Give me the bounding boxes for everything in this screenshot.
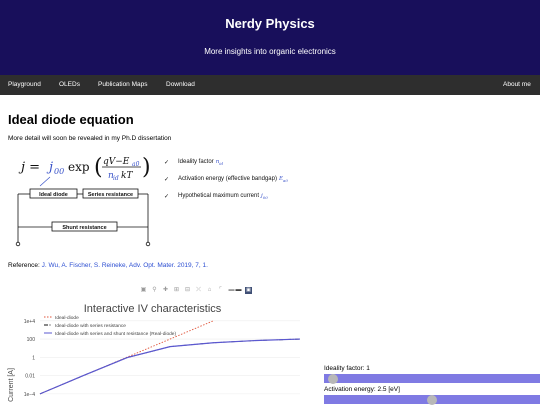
check-icon: ✓: [164, 177, 170, 183]
site-title[interactable]: Nerdy Physics: [0, 16, 540, 31]
plot-toolbar: ▣ ⚲ ✚ ⊞ ⊟ ⤫ ⌂ ⌜ ▬ ▬ ▣: [140, 287, 260, 295]
page-title: Ideal diode equation: [8, 112, 134, 127]
diode-equation-figure: j = j 00 exp ( qV−E a0 n id kT ) Ideal d…: [8, 153, 168, 253]
equation-denominator-tail: kT: [121, 171, 133, 181]
nav-item-about-me[interactable]: About me: [503, 75, 531, 95]
y-tick-label: 1e+4: [24, 319, 35, 325]
y-tick-label: 1e−4: [24, 392, 35, 398]
reference-label: Reference:: [8, 262, 40, 269]
shunt-resistance-label: Shunt resistance: [62, 225, 106, 231]
zoom-out-icon[interactable]: ⊟: [184, 287, 191, 294]
activation-energy-label: Activation energy: 2.5 [eV]: [324, 386, 400, 393]
param-label: Hypothetical maximum current: [178, 193, 260, 199]
y-axis-label: Current [A]: [8, 368, 15, 402]
y-tick-label: 1: [32, 355, 35, 361]
top-nav: Playground OLEDs Publication Maps Downlo…: [0, 75, 540, 95]
param-symbol-sub: a0: [282, 178, 288, 184]
series-resistance-label: Series resistance: [88, 192, 133, 198]
equation-pointer-arrow: [39, 176, 51, 187]
series-line: [39, 338, 301, 395]
y-tick-label: 0.01: [25, 374, 35, 380]
param-label: Ideality factor: [178, 159, 214, 165]
camera-icon[interactable]: ▣: [140, 287, 147, 294]
activation-energy-slider-handle[interactable]: [427, 394, 437, 405]
series-line: [39, 338, 301, 395]
equation-paren-right: ): [142, 155, 151, 180]
spike-lines-icon[interactable]: ⌜: [217, 287, 224, 294]
ideal-diode-label: Ideal diode: [39, 192, 68, 198]
equation-circuit-svg: j = j 00 exp ( qV−E a0 n id kT ) Ideal d…: [15, 155, 151, 247]
circuit-wires: [17, 193, 149, 243]
reference: Reference: J. Wu, A. Fischer, S. Reineke…: [8, 262, 208, 269]
param-symbol-sub: 00: [262, 195, 268, 201]
check-icon: ✓: [164, 194, 170, 200]
reference-link[interactable]: J. Wu, A. Fischer, S. Reineke, Adv. Opt.…: [42, 262, 208, 269]
chart-title: Interactive IV characteristics: [83, 303, 222, 315]
nav-item-download[interactable]: Download: [166, 75, 195, 95]
ideality-factor-slider-handle[interactable]: [328, 373, 339, 384]
nav-item-oleds[interactable]: OLEDs: [59, 75, 80, 95]
plotly-logo-icon[interactable]: ▣: [245, 287, 252, 294]
legend-entry: Ideal-diode with series and shunt resist…: [55, 331, 176, 337]
circuit-terminal-right: [145, 241, 151, 247]
legend-entry: Ideal-diode with series resistance: [55, 323, 126, 329]
iv-chart: 1e+4 100 1 0.01 1e−4 Current [A] Ideal-diode Id…: [0, 315, 320, 405]
nav-item-publication-maps[interactable]: Publication Maps: [98, 75, 148, 95]
equation-numerator: qV−E: [103, 157, 130, 167]
equation-exp: exp: [68, 160, 90, 174]
equation-prefactor: j: [46, 160, 53, 175]
pan-icon[interactable]: ✚: [162, 287, 169, 294]
equation-prefactor-sub: 00: [54, 167, 64, 176]
y-tick-label: 100: [27, 337, 36, 343]
ideality-factor-slider[interactable]: [324, 373, 540, 384]
legend-entry: Ideal-diode: [55, 315, 79, 321]
zoom-in-icon[interactable]: ⊞: [173, 287, 180, 294]
zoom-icon[interactable]: ⚲: [151, 287, 158, 294]
check-icon: ✓: [164, 160, 170, 166]
autoscale-icon[interactable]: ⤫: [195, 287, 202, 294]
site-subtitle: More insights into organic electronics: [204, 47, 336, 56]
equation-denominator-sub: id: [113, 175, 119, 182]
circuit-terminal-left: [15, 241, 21, 247]
site-header: Nerdy Physics More insights into organic…: [0, 0, 540, 75]
equation-lhs: j =: [18, 160, 40, 175]
activation-energy-slider[interactable]: [324, 394, 540, 405]
main-content: Ideal diode equation More detail will so…: [0, 95, 540, 405]
param-label: Activation energy (effective bandgap): [178, 176, 277, 182]
hover-compare-icon[interactable]: ▬: [235, 287, 242, 294]
intro-text: More detail will soon be revealed in my …: [8, 135, 172, 142]
nav-item-playground[interactable]: Playground: [8, 75, 41, 95]
iv-chart-svg[interactable]: 1e+4 100 1 0.01 1e−4 Current [A] Ideal-diode Id…: [0, 315, 320, 405]
param-symbol-sub: id: [219, 161, 224, 167]
hover-closest-icon[interactable]: ▬: [228, 287, 235, 294]
ideality-factor-label: Ideality factor: 1: [324, 365, 370, 372]
equation-paren-left: (: [94, 155, 103, 180]
reset-axes-icon[interactable]: ⌂: [206, 287, 213, 294]
